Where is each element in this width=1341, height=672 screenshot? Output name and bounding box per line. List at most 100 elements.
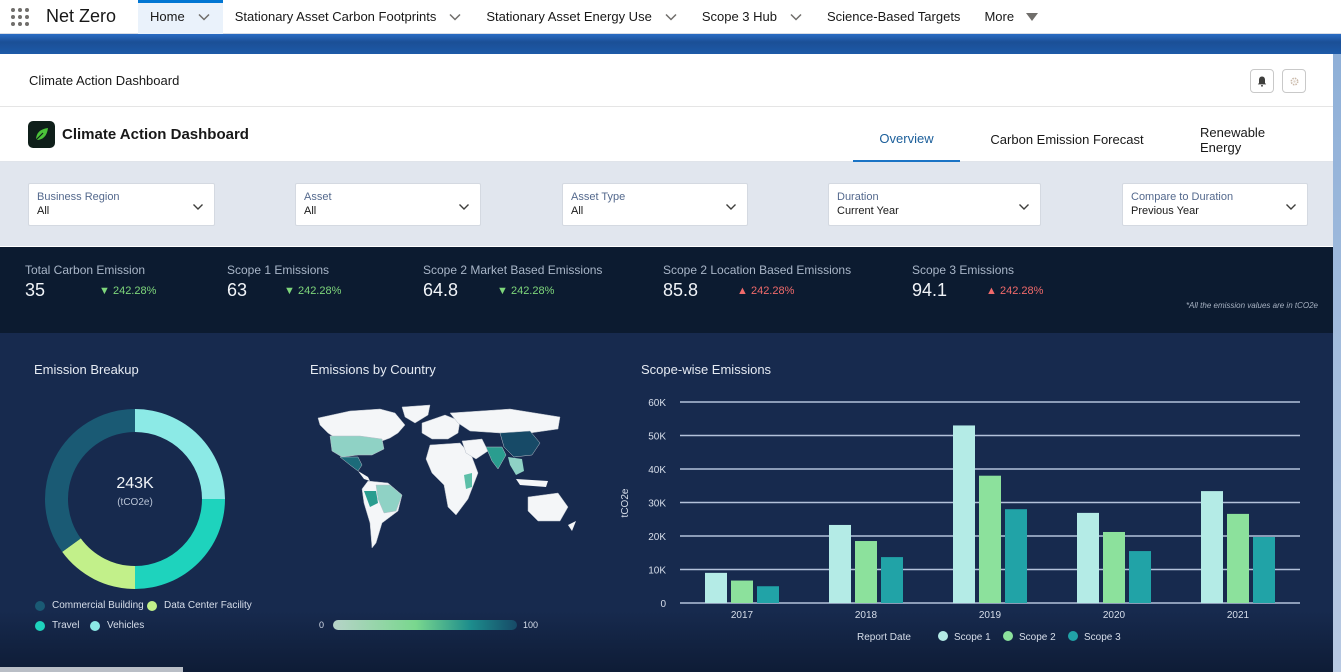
nav-item-label: Home [150,9,185,24]
x-tick-label: 2020 [1103,610,1126,621]
kpi-label: Scope 1 Emissions [227,263,330,277]
bar-scope-2-2019[interactable] [979,475,1001,603]
map-region-central-america [358,471,370,481]
nav-item-science-based-targets[interactable]: Science-Based Targets [815,0,972,34]
filter-value: All [571,205,584,217]
compare-duration-filter[interactable]: Compare to Duration Previous Year [1122,183,1308,226]
filter-label: Asset Type [571,191,626,203]
filter-bar: Business Region All Asset All Asset Type… [0,162,1333,246]
app-launcher-button[interactable] [0,0,40,34]
tab-renewable-energy[interactable]: Renewable Energy [1200,107,1308,162]
kpi-value: 63 [227,280,248,300]
dashboard-logo [28,121,55,148]
kpi-delta: ▼ 242.28% [284,285,342,297]
map-region-new-zealand [568,521,576,531]
kpi-label: Scope 2 Location Based Emissions [663,263,852,277]
kpi-value: 94.1 [912,280,948,300]
y-tick-label: 30K [648,499,666,510]
bar-scope-1-2017[interactable] [705,572,727,603]
bar-scope-2-2018[interactable] [855,541,877,603]
right-edge-rail [1333,54,1341,672]
horizontal-scrollbar[interactable] [0,667,183,672]
chevron-down-icon [1285,198,1297,216]
map-region-india [485,446,507,470]
nav-item-home[interactable]: Home [138,0,223,34]
legend-label[interactable]: Scope 1 [954,632,991,643]
bar-scope-3-2017[interactable] [757,586,779,603]
bar-scope-1-2020[interactable] [1077,512,1099,603]
legend-item-data-center[interactable]: Data Center Facility [147,600,252,611]
business-region-filter[interactable]: Business Region All [28,183,215,226]
nav-item-more[interactable]: More [972,0,1050,34]
filter-value: All [37,205,50,217]
donut-center-value: 243K [116,475,154,492]
bar-scope-2-2021[interactable] [1227,513,1249,603]
bar-scope-3-2018[interactable] [881,557,903,603]
page-header: Climate Action Dashboard [0,54,1333,107]
scale-max-label: 100 [523,620,539,630]
y-tick-label: 20K [648,532,666,543]
world-map[interactable] [310,403,580,563]
legend-dot-scope-3[interactable] [1068,631,1078,641]
kpi-delta: ▼ 242.28% [497,285,555,297]
nav-item-stationary-asset-carbon-footprints[interactable]: Stationary Asset Carbon Footprints [223,0,475,34]
triangle-down-icon: ▼ [284,285,298,297]
app-launcher-icon [11,7,29,26]
asset-filter[interactable]: Asset All [295,183,481,226]
app-name: Net Zero [46,6,117,26]
legend-dot-scope-2[interactable] [1003,631,1013,641]
y-tick-label: 10K [648,566,666,577]
legend-dot [90,620,100,631]
kpi-value: 64.8 [423,280,459,300]
bar-scope-1-2021[interactable] [1201,491,1223,603]
map-region-indonesia [516,479,548,487]
bar-scope-3-2021[interactable] [1253,537,1275,603]
tab-overview[interactable]: Overview [853,107,960,162]
bar-scope-3-2019[interactable] [1005,509,1027,603]
bar-scope-1-2018[interactable] [829,524,851,603]
legend-item-travel[interactable]: Travel [35,620,79,631]
bar-scope-2-2017[interactable] [731,580,753,603]
x-tick-label: 2018 [855,610,878,621]
map-region-russia [449,408,561,434]
donut-center-unit: (tCO2e) [117,497,153,508]
donut-slice-travel[interactable] [135,499,225,589]
legend-item-commercial-building[interactable]: Commercial Building [35,600,144,611]
legend-label[interactable]: Scope 3 [1084,632,1121,643]
triangle-up-icon: ▲ [986,285,1000,297]
chevron-down-icon [192,198,204,216]
scale-min-label: 0 [319,620,325,630]
nav-item-scope-3-hub[interactable]: Scope 3 Hub [690,0,815,34]
asset-type-filter[interactable]: Asset Type All [562,183,748,226]
legend-label[interactable]: Scope 2 [1019,632,1056,643]
kpi-value: 85.8 [663,280,699,300]
filter-label: Business Region [37,191,120,203]
legend-dot [147,600,157,611]
filter-value: All [304,205,317,217]
legend-dot-scope-1[interactable] [938,631,948,641]
y-tick-label: 60K [648,398,666,409]
y-tick-label: 0 [660,599,666,610]
nav-item-stationary-asset-energy-use[interactable]: Stationary Asset Energy Use [474,0,689,34]
legend-item-vehicles[interactable]: Vehicles [90,620,144,631]
bar-scope-1-2019[interactable] [953,425,975,603]
map-region-australia [527,492,569,522]
triangle-down-icon: ▼ [99,285,113,297]
dropdown-triangle-icon[interactable] [1026,12,1039,21]
dashboard-tabs: Overview Carbon Emission Forecast Renewa… [853,107,1333,162]
kpi-label: Scope 3 Emissions [912,263,1015,277]
chevron-down-icon [458,198,470,216]
donut-slice-data-center-facility[interactable] [62,538,135,589]
tab-carbon-emission-forecast[interactable]: Carbon Emission Forecast [990,107,1144,162]
filter-value: Current Year [837,205,899,217]
chevron-down-icon[interactable] [789,10,803,24]
duration-filter[interactable]: Duration Current Year [828,183,1041,226]
bar-scope-2-2020[interactable] [1103,531,1125,603]
chevron-down-icon[interactable] [448,10,462,24]
bar-scope-3-2020[interactable] [1129,551,1151,603]
chevron-down-icon[interactable] [197,10,211,24]
chevron-down-icon[interactable] [664,10,678,24]
notifications-button[interactable] [1250,69,1274,93]
settings-button[interactable] [1282,69,1306,93]
kpi-footnote: *All the emission values are in tCO2e [1185,301,1318,310]
